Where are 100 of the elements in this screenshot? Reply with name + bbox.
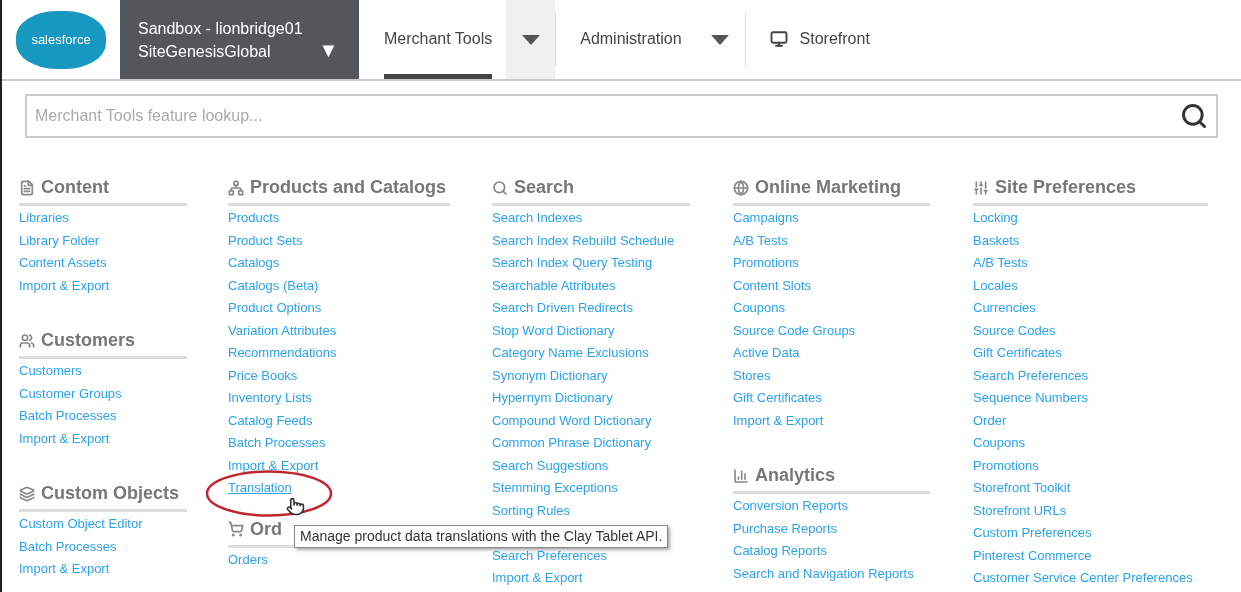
menu-link[interactable]: Stores — [733, 364, 771, 387]
document-icon — [19, 179, 35, 196]
section-heading: Content — [41, 176, 109, 199]
menu-link[interactable]: Orders — [228, 548, 268, 571]
menu-link[interactable]: Product Sets — [228, 229, 303, 252]
menu-link[interactable]: Search Preferences — [973, 364, 1088, 387]
menu-link[interactable]: Synonym Dictionary — [492, 364, 608, 387]
menu-link[interactable]: Search Index Rebuild Schedule — [492, 229, 675, 252]
menu-link[interactable]: Catalog Feeds — [228, 409, 313, 432]
layers-icon — [19, 485, 35, 502]
menu-link[interactable]: Import & Export — [228, 454, 319, 477]
menu-link[interactable]: A/B Tests — [733, 229, 788, 252]
menu-link[interactable]: Custom Preferences — [973, 522, 1092, 545]
menu-link[interactable]: Searchable Attributes — [492, 274, 616, 297]
menu-link[interactable]: Stemming Exceptions — [492, 477, 618, 500]
salesforce-logo[interactable]: salesforce — [16, 10, 106, 69]
menu-link[interactable]: Gift Certificates — [973, 342, 1062, 365]
globe-icon — [733, 179, 749, 196]
menu-link[interactable]: Import & Export — [19, 558, 110, 581]
menu-link[interactable]: Import & Export — [19, 427, 110, 450]
menu-link[interactable]: Content Assets — [19, 252, 107, 275]
menu-link[interactable]: A/B Tests — [973, 252, 1028, 275]
menu-link[interactable]: Storefront URLs — [973, 499, 1067, 522]
menu-link[interactable]: Category Name Exclusions — [492, 342, 649, 365]
menu-link[interactable]: Customer Service Center Preferences — [973, 567, 1193, 590]
section-heading: Online Marketing — [755, 176, 902, 199]
menu-link[interactable]: Recommendations — [228, 342, 337, 365]
menu-link[interactable]: Catalogs (Beta) — [228, 274, 319, 297]
section-heading: Analytics — [755, 464, 836, 487]
menu-link[interactable]: Hypernym Dictionary — [492, 387, 613, 410]
menu-link[interactable]: Catalogs — [228, 252, 280, 275]
menu-link[interactable]: Custom Object Editor — [19, 513, 143, 536]
caret-icon — [711, 34, 730, 45]
caret-icon — [521, 34, 540, 45]
menu-link[interactable]: Conversion Reports — [733, 495, 848, 518]
nav-tab[interactable]: Storefront — [769, 0, 870, 79]
menu-link[interactable]: Search Suggestions — [492, 454, 609, 477]
menu-link[interactable]: Currencies — [973, 297, 1036, 320]
menu-link[interactable]: Variation Attributes — [228, 319, 337, 342]
menu-link[interactable]: Search Index Query Testing — [492, 252, 653, 275]
hand-cursor-icon — [286, 497, 305, 516]
tooltip: Manage product data translations with the Clay Tablet API. — [294, 525, 669, 548]
menu-link[interactable]: Gift Certificates — [733, 387, 822, 410]
monitor-icon — [769, 30, 788, 48]
menu-link[interactable]: Active Data — [733, 342, 800, 365]
section-heading: Search — [514, 176, 575, 199]
menu-link[interactable]: Source Codes — [973, 319, 1056, 342]
menu-link[interactable]: Price Books — [228, 364, 298, 387]
cart-icon — [228, 521, 244, 537]
menu-link[interactable]: Search Indexes — [492, 207, 583, 230]
menu-link[interactable]: Customer Groups — [19, 382, 122, 405]
menu-link[interactable]: Source Code Groups — [733, 319, 856, 342]
menu-link[interactable]: Purchase Reports — [733, 517, 838, 540]
menu-link[interactable]: Sequence Numbers — [973, 387, 1088, 410]
menu-link[interactable]: Storefront Toolkit — [973, 477, 1071, 500]
section-heading: Site Preferences — [995, 176, 1137, 199]
menu-link[interactable]: Customers — [19, 360, 82, 383]
section-heading: Products and Catalogs — [250, 176, 447, 199]
bar-chart-icon — [733, 467, 749, 484]
menu-link[interactable]: Promotions — [733, 252, 799, 275]
search-icon[interactable] — [1180, 102, 1208, 130]
menu-link[interactable]: Batch Processes — [228, 432, 326, 455]
menu-link[interactable]: Search Driven Redirects — [492, 297, 633, 320]
menu-link[interactable]: Batch Processes — [19, 405, 117, 428]
menu-link[interactable]: Import & Export — [733, 409, 824, 432]
menu-link[interactable]: Inventory Lists — [228, 387, 312, 410]
dropdown-button[interactable] — [506, 0, 556, 79]
menu-link[interactable]: Baskets — [973, 229, 1020, 252]
site-selector[interactable]: Sandbox - lionbridge01 SiteGenesisGlobal ▼ — [120, 0, 359, 79]
network-icon — [228, 179, 244, 196]
menu-link[interactable]: Libraries — [19, 207, 69, 230]
section-heading: Custom Objects — [41, 482, 180, 505]
nav-tab[interactable]: Administration — [580, 0, 682, 79]
menu-link[interactable]: Coupons — [973, 432, 1026, 455]
menu-link[interactable]: Catalog Reports — [733, 540, 827, 563]
menu-link[interactable]: Batch Processes — [19, 535, 117, 558]
menu-link[interactable]: Common Phrase Dictionary — [492, 432, 651, 455]
section-heading: Ord — [250, 517, 282, 541]
menu-link[interactable]: Search and Navigation Reports — [733, 562, 914, 585]
menu-link[interactable]: Stop Word Dictionary — [492, 319, 615, 342]
menu-link[interactable]: Products — [228, 207, 280, 230]
menu-link[interactable]: Promotions — [973, 454, 1039, 477]
menu-link[interactable]: Import & Export — [492, 567, 583, 590]
menu-link[interactable]: Content Slots — [733, 274, 812, 297]
menu-link[interactable]: Compound Word Dictionary — [492, 409, 652, 432]
menu-link[interactable]: Campaigns — [733, 207, 799, 230]
search-icon — [492, 179, 508, 196]
people-icon — [19, 332, 35, 349]
menu-link[interactable]: Coupons — [733, 297, 786, 320]
nav-tab[interactable]: Merchant Tools — [384, 0, 493, 79]
menu-link[interactable]: Import & Export — [19, 274, 110, 297]
menu-link[interactable]: Sorting Rules — [492, 499, 571, 522]
menu-link[interactable]: Order — [973, 409, 1007, 432]
menu-link[interactable]: Locking — [973, 207, 1018, 230]
menu-link[interactable]: Locales — [973, 274, 1018, 297]
sliders-icon — [973, 179, 989, 196]
section-heading: Customers — [41, 329, 136, 352]
menu-link[interactable]: Library Folder — [19, 229, 100, 252]
menu-link[interactable]: Product Options — [228, 297, 322, 320]
menu-link[interactable]: Pinterest Commerce — [973, 544, 1092, 567]
